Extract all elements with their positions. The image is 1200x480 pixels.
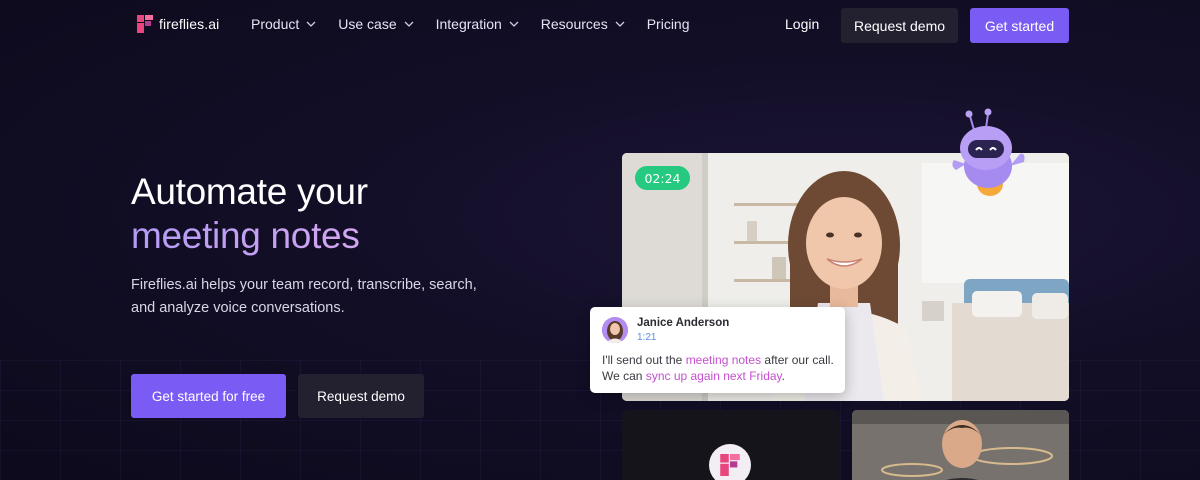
fireflies-bot-avatar-icon [709, 444, 751, 480]
nav-item-label: Integration [435, 16, 502, 32]
chat-keyword-highlight: sync up again next Friday [645, 369, 782, 383]
nav-item-label: Resources [540, 16, 608, 32]
nav-links: Product Use case Integration Resources P… [251, 16, 712, 32]
hero-subtitle: Fireflies.ai helps your team record, tra… [131, 277, 477, 316]
nav-item-use-case[interactable]: Use case [338, 16, 414, 32]
participant-image [852, 410, 1069, 480]
nav-item-label: Product [251, 16, 300, 32]
chevron-down-icon [615, 21, 625, 27]
chat-speaker-name: Janice Anderson [637, 317, 730, 329]
hero-title-line1: Automate your [131, 171, 368, 212]
robot-mascot-icon [948, 108, 1028, 198]
nav-item-resources[interactable]: Resources [541, 16, 625, 32]
chat-message: I'll send out the meeting notes after ou… [602, 352, 842, 384]
recording-timer: 02:24 [635, 166, 690, 190]
top-navigation: fireflies.ai Product Use case Integratio… [0, 0, 1200, 50]
hero-title: Automate your meeting notes [131, 170, 368, 258]
nav-item-label: Pricing [646, 16, 690, 32]
nav-item-product[interactable]: Product [251, 16, 316, 32]
nav-item-label: Use case [338, 16, 397, 32]
transcript-chat-card: Janice Anderson 1:21 I'll send out the m… [590, 307, 845, 393]
request-demo-button-nav[interactable]: Request demo [841, 8, 958, 43]
chevron-down-icon [306, 21, 316, 27]
avatar [602, 317, 628, 343]
logo[interactable]: fireflies.ai [137, 15, 219, 33]
chevron-down-icon [404, 21, 414, 27]
chat-keyword-highlight: meeting notes [685, 353, 762, 367]
get-started-free-button[interactable]: Get started for free [131, 374, 286, 418]
nav-item-pricing[interactable]: Pricing [647, 16, 690, 32]
chat-msg-text: I'll send out the [602, 353, 686, 367]
chat-msg-text: . [781, 369, 786, 383]
chevron-down-icon [509, 21, 519, 27]
nav-item-integration[interactable]: Integration [436, 16, 519, 32]
login-link[interactable]: Login [785, 16, 819, 32]
get-started-button-nav[interactable]: Get started [970, 8, 1069, 43]
request-demo-button[interactable]: Request demo [298, 374, 424, 418]
chat-timestamp: 1:21 [637, 332, 657, 343]
fireflies-logo-icon [137, 15, 153, 33]
video-tile-participant [852, 410, 1069, 480]
logo-text: fireflies.ai [159, 16, 220, 32]
hero-title-line2: meeting notes [131, 215, 360, 256]
